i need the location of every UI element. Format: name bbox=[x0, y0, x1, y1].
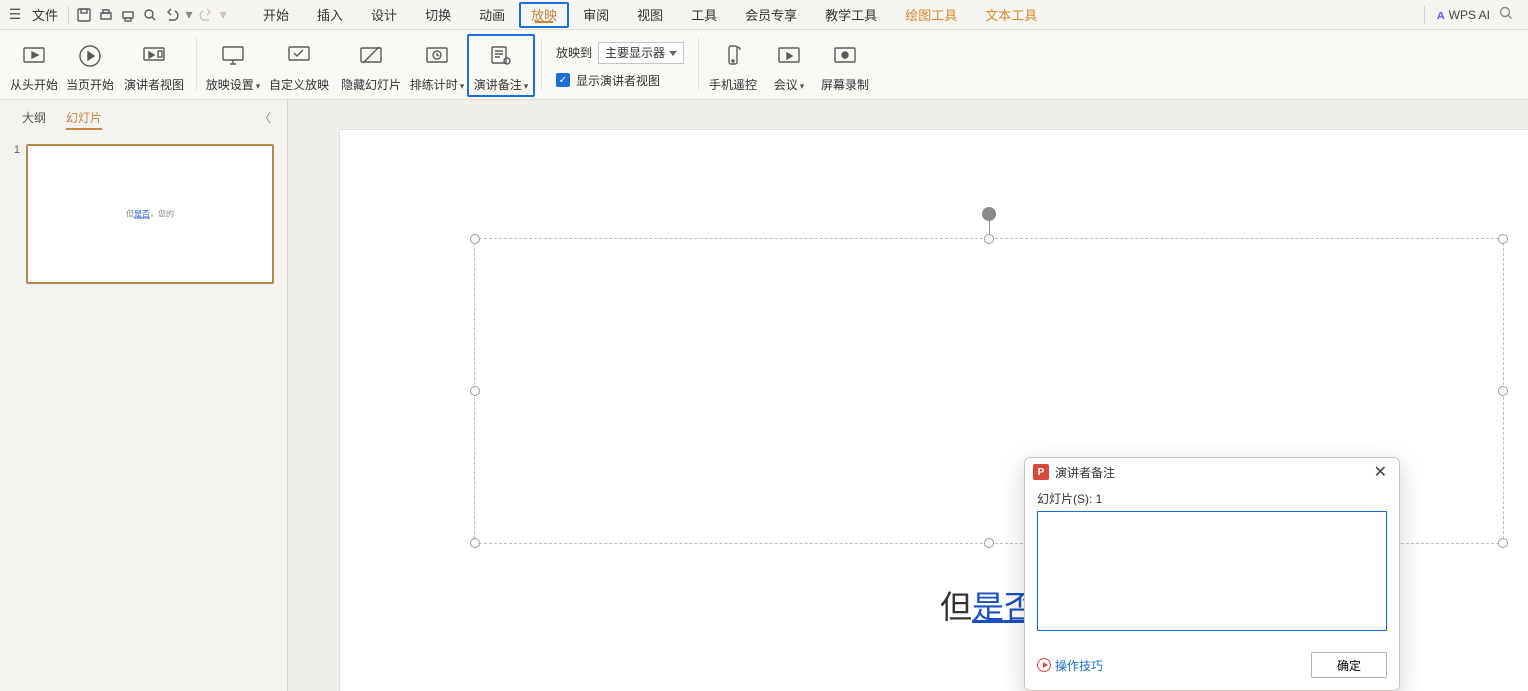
ribbon-divider bbox=[698, 38, 699, 90]
record-icon bbox=[831, 42, 859, 70]
tab-design[interactable]: 设计 bbox=[357, 0, 411, 30]
slide-canvas[interactable]: 但是否，您的 P 演讲者备注 ✕ 幻灯片(S): 1 操作技巧 确定 bbox=[288, 100, 1528, 691]
speaker-notes-dialog: P 演讲者备注 ✕ 幻灯片(S): 1 操作技巧 确定 bbox=[1024, 457, 1400, 691]
tab-outline[interactable]: 大纲 bbox=[12, 100, 56, 134]
presenter-view-icon bbox=[140, 42, 168, 70]
side-tabs: 大纲 幻灯片 〈 bbox=[0, 100, 287, 134]
phone-remote-button[interactable]: 手机遥控 bbox=[705, 38, 761, 93]
main-tabs: 开始 插入 设计 切换 动画 放映 审阅 视图 工具 会员专享 教学工具 绘图工… bbox=[249, 0, 1051, 30]
timer-icon bbox=[423, 42, 451, 70]
show-presenter-view-label: 显示演讲者视图 bbox=[576, 72, 660, 89]
meeting-icon bbox=[775, 42, 803, 70]
ai-icon: ᴀ bbox=[1437, 7, 1445, 22]
dialog-titlebar[interactable]: P 演讲者备注 ✕ bbox=[1025, 458, 1399, 486]
undo-dropdown-icon[interactable]: ▾ bbox=[183, 4, 195, 26]
collapse-panel-icon[interactable]: 〈 bbox=[255, 105, 275, 130]
hide-slide-icon bbox=[357, 42, 385, 70]
custom-show-button[interactable]: 自定义放映 bbox=[263, 38, 335, 93]
tab-animation[interactable]: 动画 bbox=[465, 0, 519, 30]
dialog-title: 演讲者备注 bbox=[1055, 464, 1115, 481]
undo-icon[interactable] bbox=[161, 4, 183, 26]
show-to-label: 放映到 bbox=[556, 44, 592, 61]
tab-teaching[interactable]: 教学工具 bbox=[811, 0, 891, 30]
slide-panel: 大纲 幻灯片 〈 1 但是否，您的 bbox=[0, 100, 288, 691]
tab-drawing-tools[interactable]: 绘图工具 bbox=[891, 0, 971, 30]
play-current-icon bbox=[76, 42, 104, 70]
divider bbox=[1424, 6, 1425, 24]
monitor-group: 放映到 主要显示器 ✓ 显示演讲者视图 bbox=[548, 34, 692, 96]
from-current-button[interactable]: 当页开始 bbox=[62, 38, 118, 93]
thumbnails: 1 但是否，您的 bbox=[0, 134, 287, 691]
screen-record-button[interactable]: 屏幕录制 bbox=[817, 38, 873, 93]
monitor-settings-icon bbox=[219, 42, 247, 70]
divider bbox=[68, 6, 69, 24]
search-icon[interactable] bbox=[1498, 5, 1514, 24]
tab-view[interactable]: 视图 bbox=[623, 0, 677, 30]
print-quick-icon[interactable] bbox=[95, 4, 117, 26]
print-icon[interactable] bbox=[117, 4, 139, 26]
speaker-notes-highlight: 演讲备注 bbox=[467, 34, 535, 97]
menubar: ☰ 文件 ▾ ▾ 开始 插入 设计 切换 动画 放映 审阅 视图 工具 会员专享… bbox=[0, 0, 1528, 30]
tab-text-tools[interactable]: 文本工具 bbox=[971, 0, 1051, 30]
close-icon[interactable]: ✕ bbox=[1370, 462, 1391, 482]
custom-show-icon bbox=[285, 42, 313, 70]
thumbnail-number: 1 bbox=[10, 144, 20, 156]
menubar-right: ᴀWPS AI bbox=[1420, 5, 1528, 24]
show-settings-button[interactable]: 放映设置 bbox=[203, 38, 263, 93]
ribbon: 从头开始 当页开始 演讲者视图 放映设置 自定义放映 隐藏幻灯片 排练计时 bbox=[0, 30, 1528, 100]
resize-handle[interactable] bbox=[470, 234, 480, 244]
tab-slides[interactable]: 幻灯片 bbox=[56, 100, 112, 134]
notes-icon bbox=[487, 42, 515, 70]
meeting-button[interactable]: 会议 bbox=[761, 38, 817, 93]
tab-insert[interactable]: 插入 bbox=[303, 0, 357, 30]
tab-tools[interactable]: 工具 bbox=[677, 0, 731, 30]
resize-handle[interactable] bbox=[984, 234, 994, 244]
speaker-notes-button[interactable]: 演讲备注 bbox=[471, 38, 531, 93]
save-icon[interactable] bbox=[73, 4, 95, 26]
play-from-start-icon bbox=[20, 42, 48, 70]
workspace: 大纲 幻灯片 〈 1 但是否，您的 bbox=[0, 100, 1528, 691]
thumbnail-content: 但是否，您的 bbox=[126, 209, 174, 220]
ribbon-divider bbox=[541, 38, 542, 90]
rehearse-timings-button[interactable]: 排练计时 bbox=[407, 38, 467, 93]
tips-link[interactable]: 操作技巧 bbox=[1037, 657, 1103, 674]
tab-review[interactable]: 审阅 bbox=[569, 0, 623, 30]
tab-slideshow[interactable]: 放映 bbox=[519, 2, 569, 28]
tips-icon bbox=[1037, 658, 1051, 672]
rotate-handle[interactable] bbox=[982, 207, 996, 221]
menu-icon[interactable]: ☰ bbox=[4, 4, 26, 26]
wps-ai-button[interactable]: ᴀWPS AI bbox=[1437, 7, 1490, 22]
resize-handle[interactable] bbox=[1498, 538, 1508, 548]
tab-member[interactable]: 会员专享 bbox=[731, 0, 811, 30]
resize-handle[interactable] bbox=[1498, 234, 1508, 244]
monitor-select[interactable]: 主要显示器 bbox=[598, 42, 684, 64]
resize-handle[interactable] bbox=[470, 386, 480, 396]
resize-handle[interactable] bbox=[470, 538, 480, 548]
resize-handle[interactable] bbox=[1498, 386, 1508, 396]
tab-start[interactable]: 开始 bbox=[249, 0, 303, 30]
app-p-icon: P bbox=[1033, 464, 1049, 480]
hide-slide-button[interactable]: 隐藏幻灯片 bbox=[335, 38, 407, 93]
thumbnail-row: 1 但是否，您的 bbox=[10, 144, 277, 284]
slide-thumbnail[interactable]: 但是否，您的 bbox=[26, 144, 274, 284]
print-preview-icon[interactable] bbox=[139, 4, 161, 26]
from-beginning-button[interactable]: 从头开始 bbox=[6, 38, 62, 93]
ok-button[interactable]: 确定 bbox=[1311, 652, 1387, 678]
presenter-view-checkbox[interactable]: ✓ bbox=[556, 73, 570, 87]
ribbon-divider bbox=[196, 38, 197, 90]
tab-transition[interactable]: 切换 bbox=[411, 0, 465, 30]
redo-dropdown-icon[interactable]: ▾ bbox=[217, 4, 229, 26]
slide-number-label: 幻灯片(S): 1 bbox=[1037, 490, 1387, 507]
redo-icon[interactable] bbox=[195, 4, 217, 26]
phone-icon bbox=[719, 42, 747, 70]
notes-textarea[interactable] bbox=[1037, 511, 1387, 631]
file-menu[interactable]: 文件 bbox=[26, 5, 64, 24]
resize-handle[interactable] bbox=[984, 538, 994, 548]
presenter-view-button[interactable]: 演讲者视图 bbox=[118, 38, 190, 93]
